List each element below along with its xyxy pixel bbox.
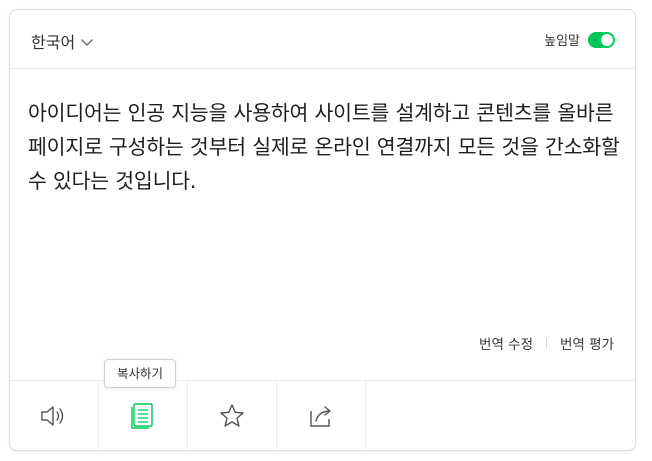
share-button[interactable] [277, 381, 366, 451]
copy-button[interactable] [99, 381, 188, 451]
result-header: 한국어 높임말 [10, 10, 635, 69]
rate-translation-link[interactable]: 번역 평가 [560, 333, 614, 353]
star-icon [218, 402, 246, 430]
feedback-links: 번역 수정 번역 평가 [479, 333, 614, 353]
divider [546, 337, 548, 349]
speaker-icon [39, 403, 69, 429]
target-language-select[interactable]: 한국어 [31, 29, 94, 53]
honorific-label: 높임말 [544, 34, 580, 49]
translation-result-card: 한국어 높임말 아이디어는 인공 지능을 사용하여 사이트를 설계하고 콘텐츠를… [9, 9, 636, 451]
share-icon [307, 402, 335, 430]
edit-translation-link[interactable]: 번역 수정 [479, 333, 533, 353]
chevron-down-icon [80, 34, 94, 48]
favorite-button[interactable] [188, 381, 277, 451]
copy-tooltip: 복사하기 [104, 359, 177, 388]
toggle-knob [601, 33, 613, 46]
copy-icon [130, 402, 156, 430]
honorific-control: 높임말 [544, 30, 615, 49]
listen-button[interactable] [10, 381, 99, 451]
translated-text: 아이디어는 인공 지능을 사용하여 사이트를 설계하고 콘텐츠를 올바른 페이지… [28, 101, 620, 193]
honorific-toggle[interactable] [588, 31, 615, 48]
result-toolbar [10, 380, 635, 451]
target-language-label: 한국어 [31, 33, 76, 52]
